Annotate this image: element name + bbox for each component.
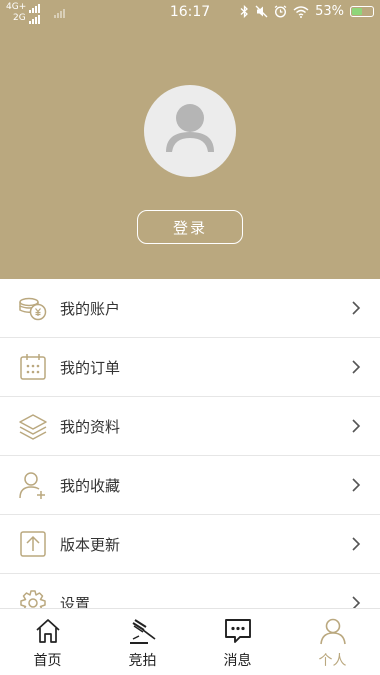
menu-item-favorites[interactable]: 我的收藏 <box>0 456 380 515</box>
menu-item-label: 我的订单 <box>60 358 121 377</box>
chevron-right-icon <box>352 301 361 315</box>
user-add-icon <box>19 472 45 499</box>
default-avatar-icon <box>166 104 214 152</box>
menu-item-update[interactable]: 版本更新 <box>0 515 380 574</box>
tab-label: 个人 <box>318 653 347 669</box>
status-bar: 4G+ 2G 16:17 53% <box>0 0 380 26</box>
menu-item-label: 我的收藏 <box>60 476 121 495</box>
avatar[interactable] <box>144 85 236 177</box>
tab-profile[interactable]: 个人 <box>285 609 380 675</box>
chevron-right-icon <box>352 478 361 492</box>
chevron-right-icon <box>352 360 361 374</box>
battery-percent: 53% <box>315 4 344 19</box>
menu-item-orders[interactable]: 我的订单 <box>0 338 380 397</box>
menu-item-settings[interactable]: 设置 <box>0 574 380 608</box>
calendar-icon <box>20 354 46 380</box>
tab-home[interactable]: 首页 <box>0 609 95 675</box>
menu-item-label: 设置 <box>60 594 91 609</box>
alarm-icon <box>274 5 287 18</box>
chevron-right-icon <box>352 537 361 551</box>
menu-list: 我的账户 我的订单 我的资料 我的收藏 版本更新 设置 <box>0 279 380 608</box>
bottom-tab-bar: 首页 竞拍 消息 个人 <box>0 608 380 675</box>
menu-item-account[interactable]: 我的账户 <box>0 279 380 338</box>
menu-item-label: 我的账户 <box>60 299 121 318</box>
mute-icon <box>255 5 268 18</box>
wifi-icon <box>293 5 309 18</box>
battery-icon <box>350 6 374 17</box>
upload-icon <box>20 531 46 557</box>
gavel-icon <box>130 619 156 644</box>
person-icon <box>320 618 346 645</box>
tab-label: 竞拍 <box>128 653 157 669</box>
gear-icon <box>20 590 46 608</box>
home-icon <box>36 619 60 643</box>
tab-messages[interactable]: 消息 <box>190 609 285 675</box>
tab-label: 首页 <box>33 653 62 669</box>
bluetooth-icon <box>240 5 249 18</box>
layers-icon <box>19 414 47 440</box>
tab-label: 消息 <box>223 653 252 669</box>
menu-item-label: 我的资料 <box>60 417 121 436</box>
tab-auction[interactable]: 竞拍 <box>95 609 190 675</box>
login-button[interactable]: 登录 <box>137 210 243 244</box>
menu-item-profile-data[interactable]: 我的资料 <box>0 397 380 456</box>
chevron-right-icon <box>352 419 361 433</box>
chevron-right-icon <box>352 596 361 608</box>
message-icon <box>225 619 251 643</box>
profile-header: 4G+ 2G 16:17 53% 登录 <box>0 0 380 279</box>
coins-icon <box>19 297 47 321</box>
menu-item-label: 版本更新 <box>60 535 121 554</box>
